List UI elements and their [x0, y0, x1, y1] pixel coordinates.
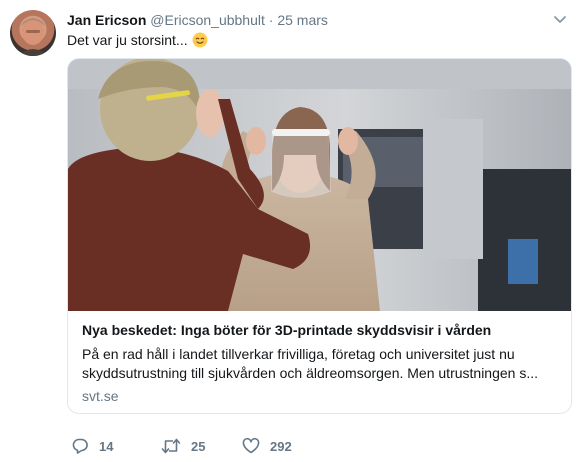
- chevron-down-icon[interactable]: [551, 10, 569, 28]
- author-name[interactable]: Jan Ericson: [67, 12, 146, 28]
- smiling-face-emoji-icon: [192, 32, 208, 48]
- heart-icon: [242, 437, 260, 455]
- link-card[interactable]: Nya beskedet: Inga böter för 3D-printade…: [67, 58, 572, 414]
- header-separator: ·: [268, 12, 274, 28]
- avatar[interactable]: [10, 10, 56, 56]
- like-button[interactable]: 292: [242, 437, 332, 455]
- card-body: Nya beskedet: Inga böter för 3D-printade…: [82, 321, 559, 405]
- tweet-text: Det var ju storsint...: [67, 31, 208, 49]
- card-description-line-1: På en rad håll i landet tillverkar frivi…: [82, 346, 515, 362]
- reply-button[interactable]: 14: [71, 437, 161, 455]
- card-description: På en rad håll i landet tillverkar frivi…: [82, 345, 559, 383]
- tweet-actions: 14 25 292: [71, 436, 332, 456]
- card-description-line-2: skyddsutrustning till sjukvården och äld…: [82, 365, 539, 381]
- tweet-text-content: Det var ju storsint...: [67, 32, 188, 48]
- retweet-count: 25: [191, 438, 206, 454]
- retweet-icon: [161, 437, 181, 455]
- card-image[interactable]: [68, 59, 571, 311]
- reply-count: 14: [99, 438, 114, 454]
- retweet-button[interactable]: 25: [161, 437, 242, 455]
- tweet-header: Jan Ericson @Ericson_ubbhult · 25 mars: [67, 12, 328, 28]
- author-handle[interactable]: @Ericson_ubbhult: [150, 12, 265, 28]
- card-domain: svt.se: [82, 388, 119, 404]
- card-title[interactable]: Nya beskedet: Inga böter för 3D-printade…: [82, 321, 559, 339]
- like-count: 292: [270, 438, 292, 454]
- reply-icon: [71, 437, 89, 455]
- tweet-date[interactable]: 25 mars: [277, 12, 328, 28]
